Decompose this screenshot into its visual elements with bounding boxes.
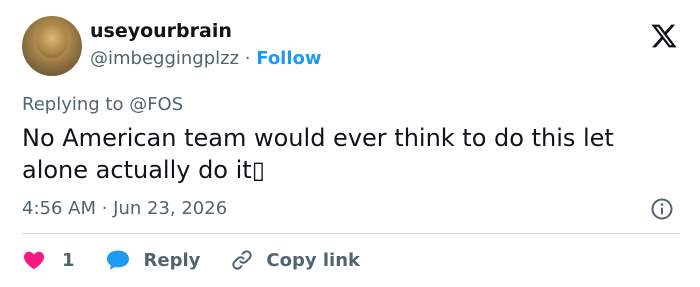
heart-icon <box>24 251 44 270</box>
divider <box>22 233 680 234</box>
handle-separator: · <box>244 48 251 69</box>
reply-label: Reply <box>143 249 201 271</box>
action-bar: 1 Reply Copy link <box>22 247 360 273</box>
link-icon <box>232 250 253 270</box>
x-logo-icon[interactable] <box>650 22 678 50</box>
display-name[interactable]: useyourbrain <box>90 20 232 42</box>
timestamp[interactable]: 4:56 AM · Jun 23, 2026 <box>22 198 227 219</box>
handle-row: @imbeggingplzz · Follow <box>90 48 322 69</box>
copy-link-label: Copy link <box>266 249 360 271</box>
like-count: 1 <box>62 249 75 271</box>
replying-to[interactable]: Replying to @FOS <box>22 94 183 115</box>
avatar[interactable] <box>22 16 82 76</box>
speech-bubble-icon <box>106 250 129 270</box>
like-button[interactable]: 1 <box>22 248 75 272</box>
user-handle[interactable]: @imbeggingplzz <box>90 48 239 69</box>
copy-link-button[interactable]: Copy link <box>230 248 360 272</box>
reply-button[interactable]: Reply <box>105 248 201 272</box>
tweet-text: No American team would ever think to do … <box>22 124 614 184</box>
info-icon[interactable] <box>650 197 674 221</box>
follow-button[interactable]: Follow <box>256 48 321 69</box>
